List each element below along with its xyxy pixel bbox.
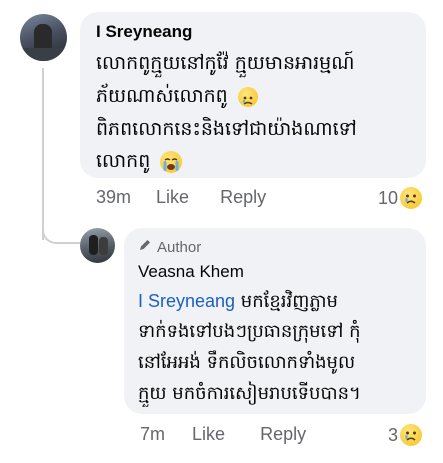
reaction-summary-2[interactable]: 3 xyxy=(388,424,423,446)
comment-actions-2: 7m Like Reply xyxy=(140,424,306,445)
comment-author[interactable]: I Sreyneang xyxy=(96,22,192,42)
pencil-icon xyxy=(138,238,152,256)
comment-time[interactable]: 7m xyxy=(140,424,165,444)
comment-author[interactable]: Veasna Khem xyxy=(138,262,244,282)
comment-actions-1: 39m Like Reply xyxy=(96,187,266,208)
comment-text-line-1: I Sreyneang មកខ្មែរវិញភ្លាម xyxy=(138,284,338,319)
sad-face-emoji-icon xyxy=(237,86,258,107)
thread-curve xyxy=(42,212,80,244)
comment-text-line-4: លោកពូ xyxy=(96,144,183,178)
comment-time[interactable]: 39m xyxy=(96,187,131,207)
comment-text: លោកពូ xyxy=(96,150,151,172)
reply-button[interactable]: Reply xyxy=(220,187,266,207)
avatar-sreyneang[interactable] xyxy=(20,14,67,61)
mention-link[interactable]: I Sreyneang xyxy=(138,291,235,311)
comment-text: មកខ្មែរវិញភ្លាម xyxy=(235,291,338,312)
author-name: Sreyneang xyxy=(105,22,193,41)
reaction-summary-1[interactable]: 10 xyxy=(378,187,423,209)
comment-text-line-2: ទាក់ទងទៅបងៗប្រធានក្រុមទៅ កុំ xyxy=(138,321,361,342)
avatar-veasna-khem[interactable] xyxy=(80,228,115,263)
like-button[interactable]: Like xyxy=(192,424,225,444)
comment-bubble-2: Author Veasna Khem I Sreyneang មកខ្មែរវិ… xyxy=(124,228,426,414)
comment-text-line-3: ពិភពលោកនេះនិងទៅជាយ៉ាងណាទៅ xyxy=(96,118,357,140)
reaction-count: 3 xyxy=(388,424,399,445)
sad-icon xyxy=(400,187,423,209)
comment-text-line-4: ក្មួយ មកចំការសៀមរាបទើបបាន។ xyxy=(138,383,361,404)
comment-bubble-1: I Sreyneang លោកពូក្មួយនៅកូវ៉ែ ក្មួយមានអា… xyxy=(80,12,426,178)
comment-text: ភ័យណាស់លោកពូ xyxy=(96,85,228,107)
author-badge-label: Author xyxy=(157,238,202,256)
like-button[interactable]: Like xyxy=(156,187,189,207)
author-badge: Author xyxy=(138,238,201,256)
comment-text-line-3: នៅអែអង់ ទឹកលិចលោកទាំងមូល xyxy=(138,352,356,373)
reaction-count: 10 xyxy=(378,187,399,208)
sad-icon xyxy=(400,424,423,446)
comment-text-line-1: លោកពូក្មួយនៅកូវ៉ែ ក្មួយមានអារម្មណ៍ xyxy=(96,52,355,74)
comment-text-line-2: ភ័យណាស់លោកពូ xyxy=(96,79,258,113)
author-prefix: I xyxy=(96,22,101,41)
crying-face-emoji-icon xyxy=(160,150,183,173)
reply-button[interactable]: Reply xyxy=(260,424,306,444)
